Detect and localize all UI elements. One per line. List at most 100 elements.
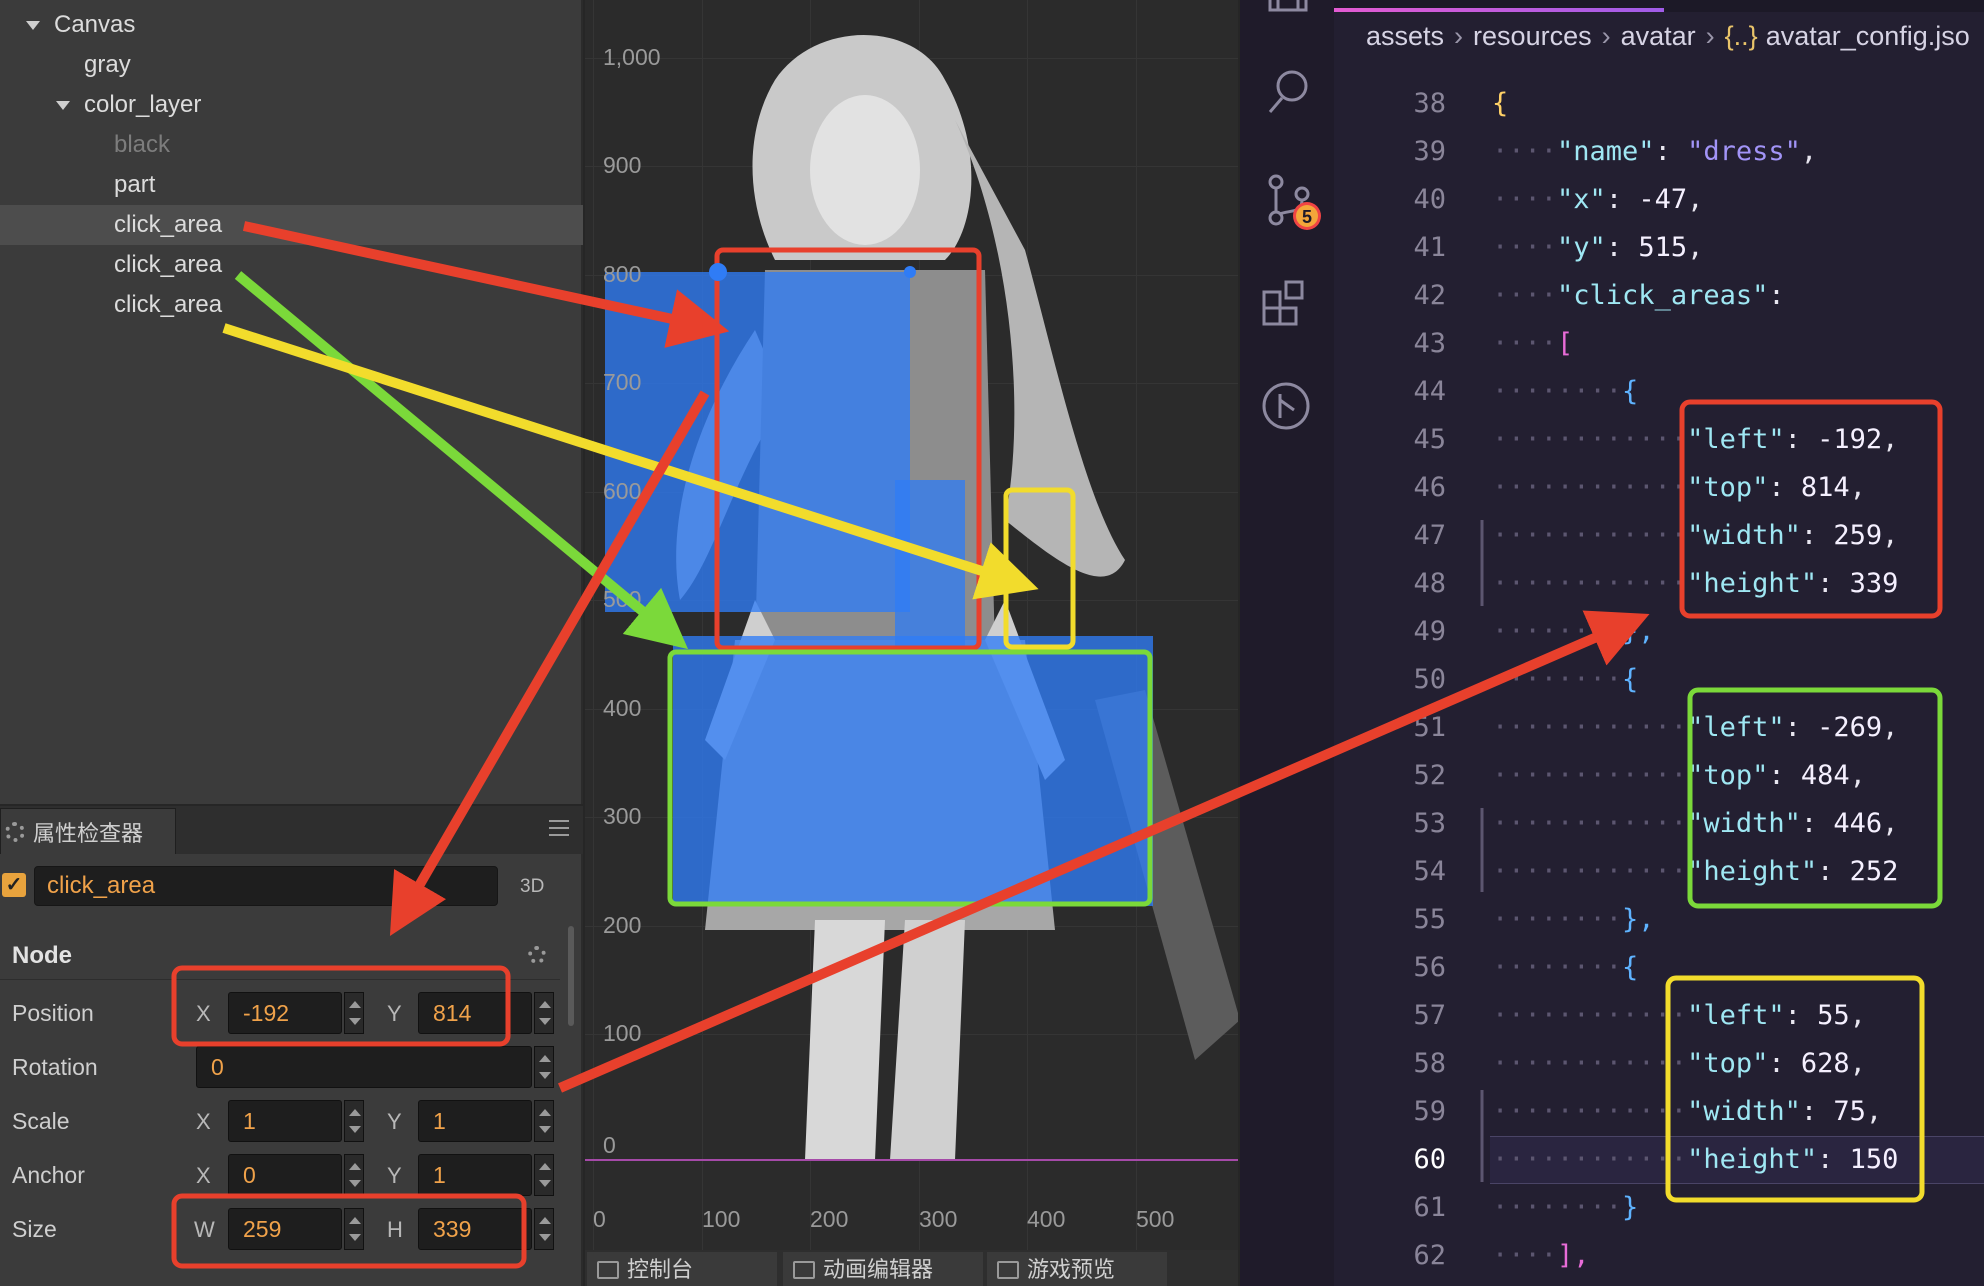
tree-item-click-area-2[interactable]: click_area (0, 245, 583, 285)
axis-x-label: X (196, 1109, 211, 1134)
inspector-panel: 属性检查器 ✓ click_area 3D Node Position X -1… (0, 806, 583, 1286)
click-area-fill[interactable] (605, 272, 815, 612)
tab-inspector[interactable]: 属性检查器 (0, 808, 176, 854)
toggle-3d[interactable]: 3D (520, 876, 544, 898)
y-tick-label: 800 (603, 261, 642, 287)
bottom-panel-tabs: 控制台 动画编辑器 游戏预览 (585, 1250, 1238, 1286)
anchor-y-stepper[interactable] (534, 1154, 554, 1196)
position-y-field[interactable]: 814 (418, 992, 532, 1034)
annotation-box-red (1679, 399, 1943, 619)
gear-icon (5, 821, 25, 842)
tree-item-label: Canvas (54, 11, 136, 38)
y-tick-label: 200 (603, 912, 642, 938)
position-x-field[interactable]: -192 (228, 992, 342, 1034)
activity-icons: 5 (1262, 0, 1321, 430)
y-tick-label: 100 (603, 1020, 642, 1046)
axis-y-label: Y (387, 1109, 402, 1134)
x-tick-label: 500 (1136, 1206, 1175, 1232)
size-h-stepper[interactable] (534, 1208, 554, 1250)
tree-item-label: click_area (114, 251, 223, 278)
x-tick-label: 0 (593, 1206, 606, 1232)
click-area-fill[interactable] (895, 480, 965, 648)
section-title: Node (12, 942, 72, 969)
node-name-field[interactable]: click_area (34, 866, 498, 906)
tree-item-label: click_area (114, 291, 223, 318)
tab-animation-editor[interactable]: 动画编辑器 (783, 1252, 983, 1286)
console-icon (597, 1261, 619, 1279)
scale-y-field[interactable]: 1 (418, 1100, 532, 1142)
tree-item-label: click_area (114, 211, 223, 238)
size-w-stepper[interactable] (344, 1208, 364, 1250)
y-tick-label: 1,000 (603, 44, 661, 70)
tree-item-click-area-1[interactable]: click_area (0, 205, 583, 245)
tree-item-part[interactable]: part (0, 165, 583, 205)
position-label: Position (12, 1000, 94, 1026)
hierarchy-panel: Canvas gray color_layer black part click… (0, 0, 583, 804)
size-label: Size (12, 1216, 57, 1242)
tree-item-canvas[interactable]: Canvas (0, 5, 583, 45)
badge-count: 5 (1302, 207, 1312, 227)
search-icon[interactable] (1268, 70, 1308, 113)
y-tick-label: 400 (603, 695, 642, 721)
gear-icon[interactable] (528, 946, 546, 964)
scrollbar[interactable] (568, 926, 574, 1026)
click-area-overlays (585, 247, 1238, 1161)
anchor-x-field[interactable]: 0 (228, 1154, 342, 1196)
scale-x-field[interactable]: 1 (228, 1100, 342, 1142)
explorer-icon[interactable] (1268, 0, 1308, 12)
y-tick-label: 600 (603, 478, 642, 504)
x-tick-label: 300 (919, 1206, 958, 1232)
tree-item-click-area-3[interactable]: click_area (0, 285, 583, 325)
rotation-label: Rotation (12, 1054, 98, 1080)
position-y-stepper[interactable] (534, 992, 554, 1034)
tree-item-label: part (114, 171, 156, 198)
tab-label: 属性检查器 (33, 820, 144, 846)
node-active-checkbox[interactable]: ✓ (2, 873, 26, 897)
size-w-field[interactable]: 259 (228, 1208, 342, 1250)
size-h-field[interactable]: 339 (418, 1208, 532, 1250)
extensions-icon[interactable] (1262, 280, 1304, 326)
anchor-y-field[interactable]: 1 (418, 1154, 532, 1196)
tab-label: 动画编辑器 (823, 1257, 934, 1282)
git-graph-icon[interactable] (1262, 382, 1310, 430)
x-tick-label: 400 (1027, 1206, 1066, 1232)
y-tick-label: 500 (603, 586, 642, 612)
axis-y-label: Y (387, 1163, 402, 1188)
tab-label: 控制台 (627, 1257, 694, 1282)
anchor-label: Anchor (12, 1162, 85, 1188)
y-tick-label: 700 (603, 369, 642, 395)
position-x-stepper[interactable] (344, 992, 364, 1034)
scale-x-stepper[interactable] (344, 1100, 364, 1142)
tree-item-label: color_layer (84, 91, 202, 118)
rotation-stepper[interactable] (534, 1046, 554, 1088)
scale-y-stepper[interactable] (534, 1100, 554, 1142)
tab-console[interactable]: 控制台 (587, 1252, 777, 1286)
chevron-down-icon[interactable] (26, 20, 40, 30)
tree-item-black[interactable]: black (0, 125, 583, 165)
anchor-x-stepper[interactable] (344, 1154, 364, 1196)
click-area-fill[interactable] (673, 636, 1153, 906)
node-section-header[interactable]: Node (0, 930, 560, 980)
rotation-field[interactable]: 0 (196, 1046, 532, 1088)
tree-item-gray[interactable]: gray (0, 45, 583, 85)
tree-item-label: gray (84, 51, 131, 78)
axis-y-label: Y (387, 1001, 402, 1026)
anchor-handle[interactable] (709, 263, 727, 281)
tab-game-preview[interactable]: 游戏预览 (987, 1252, 1167, 1286)
axis-w-label: W (194, 1217, 215, 1242)
resize-handle[interactable] (904, 266, 916, 278)
axis-h-label: H (387, 1217, 403, 1242)
scale-label: Scale (12, 1108, 70, 1134)
animation-icon (793, 1261, 815, 1279)
annotation-box-green (1687, 687, 1943, 909)
scene-view[interactable]: 1,000 900 800 700 600 500 400 300 200 10… (585, 0, 1238, 1250)
y-tick-label: 300 (603, 803, 642, 829)
inspector-tabbar: 属性检查器 (0, 806, 583, 854)
x-tick-label: 100 (702, 1206, 741, 1232)
tab-label: 游戏预览 (1027, 1257, 1116, 1282)
menu-icon[interactable] (549, 820, 569, 836)
activity-bar: 5 (1240, 0, 1334, 1286)
code-editor[interactable]: assets › resources › avatar › {..} avata… (1334, 0, 1984, 1286)
chevron-down-icon[interactable] (56, 100, 70, 110)
tree-item-color-layer[interactable]: color_layer (0, 85, 583, 125)
